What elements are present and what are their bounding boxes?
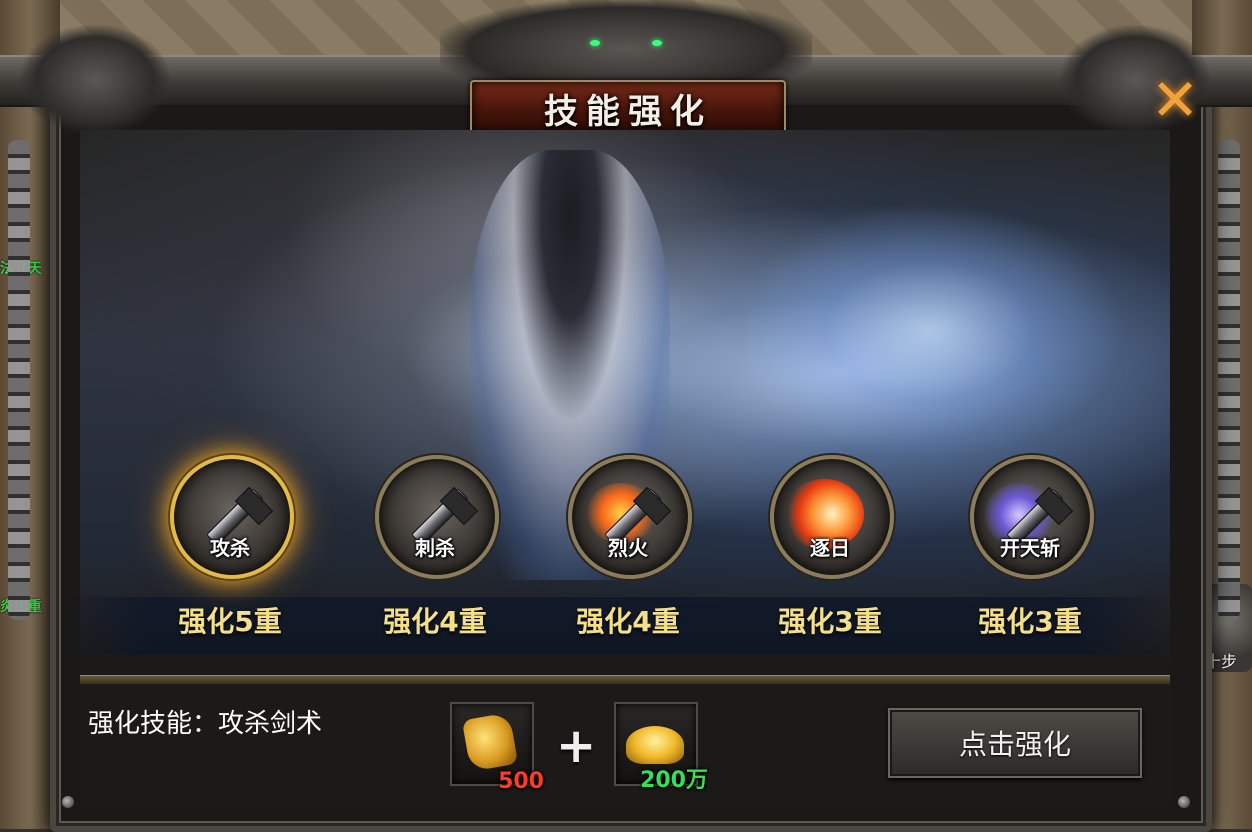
cost-item-gold[interactable]: 200万	[614, 702, 708, 793]
skill-name: 逐日	[810, 536, 850, 560]
skill-level: 强化3重	[978, 605, 1082, 638]
cost-item-scroll[interactable]: 500	[450, 702, 544, 794]
skill-name: 刺杀	[415, 536, 455, 560]
left-dragon-ornament	[20, 25, 170, 135]
rivet	[1178, 796, 1190, 808]
skill-item-gongsha[interactable]: 攻杀 强化5重	[130, 450, 330, 650]
skill-item-liehuo[interactable]: 烈火 强化4重	[528, 450, 728, 650]
left-chain	[8, 140, 30, 620]
item-count: 200万	[640, 768, 708, 793]
skill-item-cisha[interactable]: 刺杀 强化4重	[335, 450, 535, 650]
enhance-target-label: 强化技能：攻杀剑术	[88, 709, 323, 739]
dialog-title: 技能强化	[544, 91, 712, 132]
skill-name: 烈火	[608, 536, 648, 560]
skill-name: 开天斩	[1000, 536, 1060, 560]
scroll-icon	[461, 712, 519, 772]
enhance-button[interactable]: 点击强化	[888, 708, 1142, 778]
right-chain	[1218, 140, 1240, 620]
skill-item-zhuri[interactable]: 逐日 强化3重	[730, 450, 930, 650]
close-button[interactable]: ✕	[1140, 65, 1210, 135]
skill-name: 攻杀	[210, 536, 250, 560]
skill-item-kaitianzhan[interactable]: 开天斩 强化3重	[930, 450, 1130, 650]
skill-level: 强化5重	[178, 605, 282, 638]
skill-list: 攻杀 强化5重 刺杀 强化4重 烈火 强化4重 逐日 强化3重 开天斩 强化3重	[80, 450, 1170, 660]
dragon-eye-left	[590, 40, 600, 46]
gold-ingot-icon	[626, 726, 684, 764]
skill-level: 强化4重	[576, 605, 680, 638]
skill-level: 强化4重	[383, 605, 487, 638]
skill-level: 强化3重	[778, 605, 882, 638]
divider	[80, 675, 1170, 684]
rivet	[62, 796, 74, 808]
dragon-crest-ornament	[440, 0, 812, 90]
plus-sign: +	[556, 718, 597, 774]
dragon-eye-right	[652, 40, 662, 46]
lightning-effect	[720, 190, 1140, 470]
item-count: 500	[498, 769, 544, 794]
dialog-title-plate: 技能强化	[470, 80, 786, 136]
